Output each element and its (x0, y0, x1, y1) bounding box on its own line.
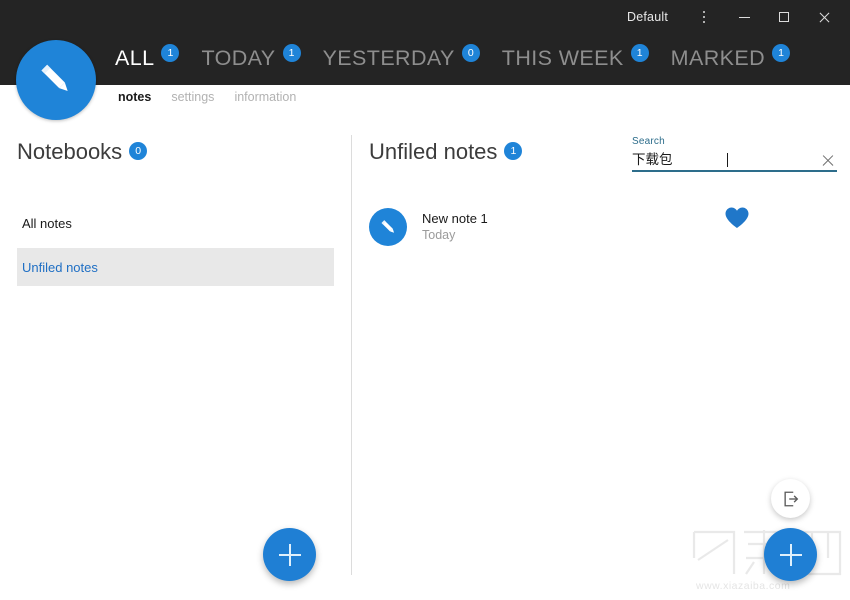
notes-pane-title: Unfiled notes (369, 139, 498, 164)
heart-icon (725, 207, 749, 228)
export-arrow-icon (783, 491, 798, 506)
note-list: New note 1 Today (352, 204, 620, 250)
search-input-row[interactable]: 下载包 (632, 150, 837, 172)
filter-badge-today: 1 (282, 44, 301, 62)
pencil-logo-icon (41, 64, 68, 91)
search-input[interactable]: 下载包 (632, 151, 726, 169)
maximize-icon (779, 12, 789, 22)
filter-tab-label: MARKED (670, 46, 766, 70)
list-item[interactable]: New note 1 Today (369, 204, 620, 250)
minimize-icon (738, 16, 750, 18)
note-item-text: New note 1 Today (422, 210, 488, 244)
subnav-item-settings[interactable]: settings (171, 90, 214, 104)
filter-tab-label: YESTERDAY (322, 46, 455, 70)
app-logo[interactable] (16, 40, 96, 120)
search-field-group: Search 下载包 (632, 136, 837, 172)
subnav-item-information[interactable]: information (234, 90, 296, 104)
filter-tab-marked[interactable]: MARKED 1 (670, 44, 791, 71)
app-header: Default ALL 1 TODAY 1 YESTERDAY 0 THIS W… (0, 0, 850, 85)
notebooks-count-badge: 0 (129, 142, 148, 160)
filter-tabs: ALL 1 TODAY 1 YESTERDAY 0 THIS WEEK 1 MA… (115, 36, 812, 80)
notebooks-title-row: Notebooks 0 (0, 128, 351, 166)
note-item-date: Today (422, 228, 456, 242)
notebook-item-label: Unfiled notes (22, 259, 98, 275)
app-window: Default ALL 1 TODAY 1 YESTERDAY 0 THIS W… (0, 0, 850, 600)
maximize-button[interactable] (764, 1, 804, 33)
notes-title-row: Unfiled notes 1 (352, 128, 620, 166)
filter-badge-this-week: 1 (630, 44, 649, 62)
subnav-item-notes[interactable]: notes (118, 90, 151, 104)
favorite-toggle[interactable] (724, 206, 750, 235)
overflow-menu-button[interactable] (684, 1, 724, 33)
filter-badge-yesterday: 0 (461, 44, 480, 62)
kebab-menu-icon (702, 10, 706, 24)
filter-tab-yesterday[interactable]: YESTERDAY 0 (322, 44, 480, 71)
filter-tab-today[interactable]: TODAY 1 (201, 44, 301, 71)
filter-tab-label: THIS WEEK (501, 46, 624, 70)
sub-navigation: notes settings information (118, 90, 296, 104)
add-note-button[interactable] (764, 528, 817, 581)
pencil-glyph-icon (381, 219, 394, 233)
filter-tab-label: ALL (115, 46, 155, 70)
filter-tab-all[interactable]: ALL 1 (115, 44, 180, 71)
notebook-item-label: All notes (22, 216, 72, 231)
note-item-title: New note 1 (422, 211, 488, 226)
close-icon (818, 11, 830, 23)
notebook-list: All notes Unfiled notes (0, 208, 351, 286)
filter-badge-marked: 1 (772, 44, 791, 62)
search-label: Search (632, 136, 665, 147)
pencil-note-icon (369, 208, 407, 246)
text-caret (726, 153, 728, 167)
close-button[interactable] (804, 1, 844, 33)
minimize-button[interactable] (724, 1, 764, 33)
filter-badge-all: 1 (161, 44, 180, 62)
page-title: Notebooks (17, 139, 123, 164)
title-bar: Default (0, 0, 850, 34)
plus-icon (278, 543, 301, 566)
detail-pane: Search 下载包 (620, 128, 850, 600)
sidebar-item-unfiled-notes[interactable]: Unfiled notes (17, 248, 334, 286)
plus-icon (779, 543, 802, 566)
filter-tab-label: TODAY (201, 46, 276, 70)
export-button[interactable] (771, 479, 810, 518)
clear-search-icon[interactable] (821, 153, 835, 167)
sidebar-item-all-notes[interactable]: All notes (17, 208, 334, 239)
profile-label: Default (626, 10, 668, 24)
filter-tab-this-week[interactable]: THIS WEEK 1 (501, 44, 649, 71)
add-notebook-button[interactable] (263, 528, 316, 581)
notes-count-badge: 1 (504, 142, 523, 160)
notes-pane: Unfiled notes 1 New note 1 Today (352, 128, 620, 600)
